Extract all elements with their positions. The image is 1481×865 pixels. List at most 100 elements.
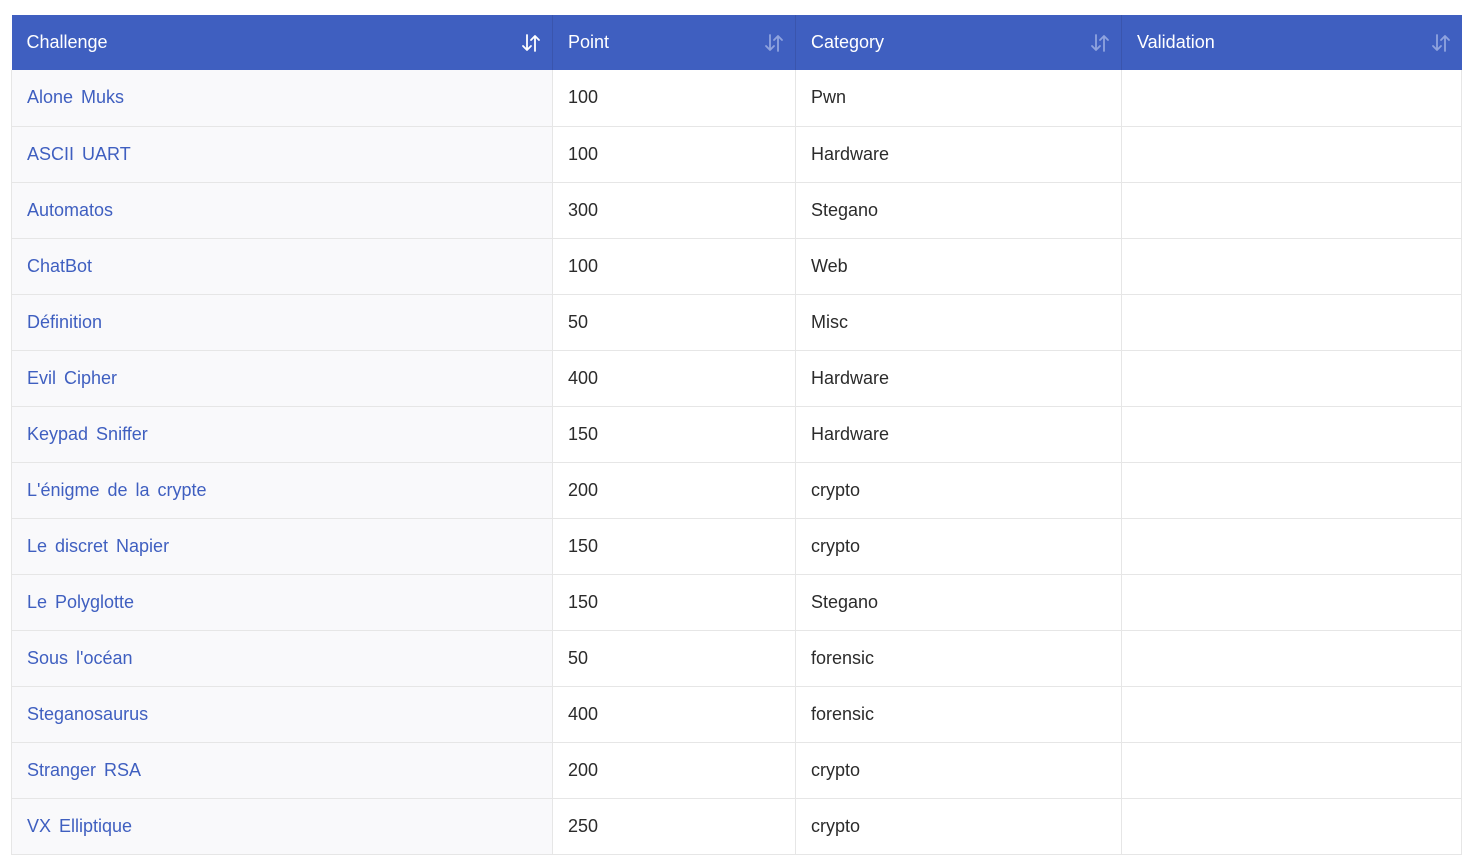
table-row: Stranger RSA 200 crypto — [11, 742, 1462, 799]
cell-point: 200 — [552, 462, 796, 519]
cell-point: 400 — [552, 686, 796, 743]
table-row: ChatBot 100 Web — [11, 238, 1462, 295]
cell-point: 150 — [552, 574, 796, 631]
cell-category: crypto — [795, 742, 1122, 799]
column-header-label: Point — [568, 32, 610, 53]
cell-challenge: ASCII UART — [11, 126, 553, 183]
cell-challenge: Automatos — [11, 182, 553, 239]
challenge-link[interactable]: VX Elliptique — [27, 816, 132, 836]
table-row: Keypad Sniffer 150 Hardware — [11, 406, 1462, 463]
cell-validation — [1121, 350, 1462, 407]
challenge-link[interactable]: Le discret Napier — [27, 536, 169, 556]
challenge-link[interactable]: ASCII UART — [27, 144, 131, 164]
challenges-table-container: Challenge Point Category Validation Alon… — [11, 15, 1462, 855]
cell-point: 100 — [552, 238, 796, 295]
challenge-link[interactable]: Evil Cipher — [27, 368, 117, 388]
cell-validation — [1121, 70, 1462, 127]
column-header-challenge[interactable]: Challenge — [11, 15, 553, 70]
table-row: Sous l'océan 50 forensic — [11, 630, 1462, 687]
table-row: Alone Muks 100 Pwn — [11, 70, 1462, 127]
cell-validation — [1121, 126, 1462, 183]
column-header-validation[interactable]: Validation — [1121, 15, 1462, 70]
cell-point: 400 — [552, 350, 796, 407]
cell-category: forensic — [795, 686, 1122, 743]
cell-validation — [1121, 406, 1462, 463]
challenges-table: Challenge Point Category Validation Alon… — [11, 15, 1462, 855]
cell-category: Stegano — [795, 574, 1122, 631]
table-row: Le Polyglotte 150 Stegano — [11, 574, 1462, 631]
cell-validation — [1121, 574, 1462, 631]
cell-point: 100 — [552, 126, 796, 183]
cell-challenge: Le discret Napier — [11, 518, 553, 575]
cell-validation — [1121, 294, 1462, 351]
cell-challenge: ChatBot — [11, 238, 553, 295]
table-header-row: Challenge Point Category Validation — [11, 15, 1462, 70]
sort-arrows-icon[interactable] — [763, 32, 785, 54]
column-header-label: Category — [811, 32, 885, 53]
challenge-link[interactable]: Définition — [27, 312, 102, 332]
sort-arrows-icon[interactable] — [1430, 32, 1452, 54]
sort-arrows-icon[interactable] — [520, 32, 542, 54]
cell-challenge: L'énigme de la crypte — [11, 462, 553, 519]
cell-category: Stegano — [795, 182, 1122, 239]
sort-arrows-icon[interactable] — [1089, 32, 1111, 54]
table-row: Automatos 300 Stegano — [11, 182, 1462, 239]
cell-challenge: Alone Muks — [11, 70, 553, 127]
cell-category: forensic — [795, 630, 1122, 687]
challenge-link[interactable]: Automatos — [27, 200, 113, 220]
cell-validation — [1121, 462, 1462, 519]
cell-category: crypto — [795, 518, 1122, 575]
table-row: Définition 50 Misc — [11, 294, 1462, 351]
cell-validation — [1121, 518, 1462, 575]
cell-challenge: Steganosaurus — [11, 686, 553, 743]
cell-point: 250 — [552, 798, 796, 855]
table-body: Alone Muks 100 Pwn ASCII UART 100 Hardware Aut… — [11, 70, 1462, 855]
table-row: Evil Cipher 400 Hardware — [11, 350, 1462, 407]
cell-category: Web — [795, 238, 1122, 295]
table-row: Le discret Napier 150 crypto — [11, 518, 1462, 575]
cell-validation — [1121, 630, 1462, 687]
cell-point: 300 — [552, 182, 796, 239]
cell-validation — [1121, 686, 1462, 743]
cell-category: Misc — [795, 294, 1122, 351]
cell-category: Pwn — [795, 70, 1122, 127]
challenge-link[interactable]: Alone Muks — [27, 87, 124, 107]
table-row: L'énigme de la crypte 200 crypto — [11, 462, 1462, 519]
cell-point: 150 — [552, 518, 796, 575]
cell-point: 50 — [552, 630, 796, 687]
cell-validation — [1121, 742, 1462, 799]
cell-category: Hardware — [795, 126, 1122, 183]
cell-challenge: Le Polyglotte — [11, 574, 553, 631]
cell-category: Hardware — [795, 406, 1122, 463]
table-row: VX Elliptique 250 crypto — [11, 798, 1462, 855]
table-row: Steganosaurus 400 forensic — [11, 686, 1462, 743]
cell-category: Hardware — [795, 350, 1122, 407]
challenge-link[interactable]: Steganosaurus — [27, 704, 148, 724]
cell-point: 50 — [552, 294, 796, 351]
cell-point: 150 — [552, 406, 796, 463]
challenge-link[interactable]: ChatBot — [27, 256, 92, 276]
column-header-label: Challenge — [26, 32, 108, 53]
cell-category: crypto — [795, 798, 1122, 855]
cell-challenge: Définition — [11, 294, 553, 351]
column-header-label: Validation — [1137, 32, 1215, 53]
cell-validation — [1121, 238, 1462, 295]
challenge-link[interactable]: Keypad Sniffer — [27, 424, 148, 444]
cell-challenge: Sous l'océan — [11, 630, 553, 687]
cell-validation — [1121, 798, 1462, 855]
challenge-link[interactable]: Stranger RSA — [27, 760, 141, 780]
table-row: ASCII UART 100 Hardware — [11, 126, 1462, 183]
column-header-point[interactable]: Point — [552, 15, 796, 70]
cell-challenge: Stranger RSA — [11, 742, 553, 799]
challenge-link[interactable]: Le Polyglotte — [27, 592, 134, 612]
cell-challenge: VX Elliptique — [11, 798, 553, 855]
challenge-link[interactable]: Sous l'océan — [27, 648, 133, 668]
challenge-link[interactable]: L'énigme de la crypte — [27, 480, 207, 500]
cell-category: crypto — [795, 462, 1122, 519]
column-header-category[interactable]: Category — [795, 15, 1122, 70]
cell-challenge: Evil Cipher — [11, 350, 553, 407]
cell-challenge: Keypad Sniffer — [11, 406, 553, 463]
cell-point: 100 — [552, 70, 796, 127]
cell-validation — [1121, 182, 1462, 239]
cell-point: 200 — [552, 742, 796, 799]
